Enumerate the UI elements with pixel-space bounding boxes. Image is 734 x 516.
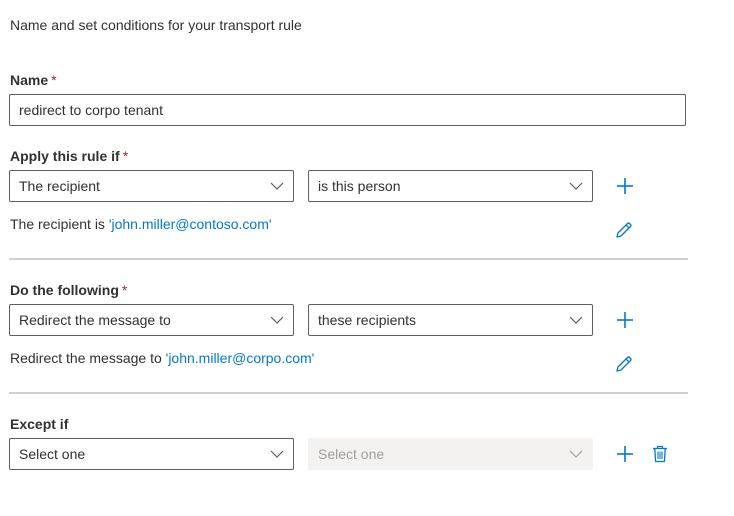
delete-exception-button[interactable]	[648, 442, 672, 466]
action-value: Redirect the message to	[19, 312, 171, 328]
add-exception-button[interactable]	[613, 442, 637, 466]
add-action-button[interactable]	[613, 308, 637, 332]
edit-condition-button[interactable]	[612, 218, 636, 242]
edit-action-button[interactable]	[612, 352, 636, 376]
required-asterisk: *	[51, 72, 57, 88]
except-if-label: Except if	[10, 416, 68, 432]
action-target-dropdown[interactable]: these recipients	[308, 304, 593, 336]
add-condition-button[interactable]	[613, 174, 637, 198]
required-asterisk: *	[122, 148, 129, 164]
exception-operator-dropdown: Select one	[308, 438, 593, 470]
do-following-label: Do the following *	[10, 282, 127, 298]
apply-summary-prefix: The recipient is	[10, 216, 109, 232]
apply-summary-link[interactable]: 'john.miller@contoso.com'	[109, 216, 272, 232]
chevron-down-icon	[270, 313, 284, 327]
name-input[interactable]: redirect to corpo tenant	[9, 94, 686, 126]
apply-operator-value: is this person	[318, 178, 401, 194]
action-summary-prefix: Redirect the message to	[10, 350, 166, 366]
name-label: Name *	[10, 72, 57, 88]
page-subtitle: Name and set conditions for your transpo…	[10, 17, 302, 33]
action-summary: Redirect the message to 'john.miller@cor…	[10, 350, 314, 366]
action-dropdown[interactable]: Redirect the message to	[9, 304, 294, 336]
chevron-down-icon	[569, 447, 583, 461]
section-divider	[9, 258, 688, 260]
apply-rule-label-text: Apply this rule if	[10, 148, 120, 164]
apply-rule-label: Apply this rule if *	[10, 148, 128, 164]
apply-condition-value: The recipient	[19, 178, 100, 194]
plus-icon	[617, 446, 633, 462]
plus-icon	[617, 178, 633, 194]
section-divider	[9, 392, 688, 394]
exception-condition-dropdown[interactable]: Select one	[9, 438, 294, 470]
apply-condition-dropdown[interactable]: The recipient	[9, 170, 294, 202]
action-target-value: these recipients	[318, 312, 417, 328]
apply-operator-dropdown[interactable]: is this person	[308, 170, 593, 202]
pencil-icon	[616, 222, 632, 238]
name-input-value: redirect to corpo tenant	[19, 102, 163, 118]
trash-icon	[653, 445, 667, 463]
chevron-down-icon	[270, 447, 284, 461]
name-label-text: Name	[10, 72, 49, 88]
chevron-down-icon	[270, 179, 284, 193]
chevron-down-icon	[569, 179, 583, 193]
except-if-label-text: Except if	[10, 416, 69, 432]
exception-condition-value: Select one	[19, 446, 86, 462]
do-following-label-text: Do the following	[10, 282, 119, 298]
exception-operator-value: Select one	[318, 446, 385, 462]
apply-rule-summary: The recipient is 'john.miller@contoso.co…	[10, 216, 272, 232]
pencil-icon	[616, 356, 632, 372]
chevron-down-icon	[569, 313, 583, 327]
action-summary-link[interactable]: 'john.miller@corpo.com'	[166, 350, 315, 366]
required-asterisk: *	[121, 282, 128, 298]
plus-icon	[617, 312, 633, 328]
